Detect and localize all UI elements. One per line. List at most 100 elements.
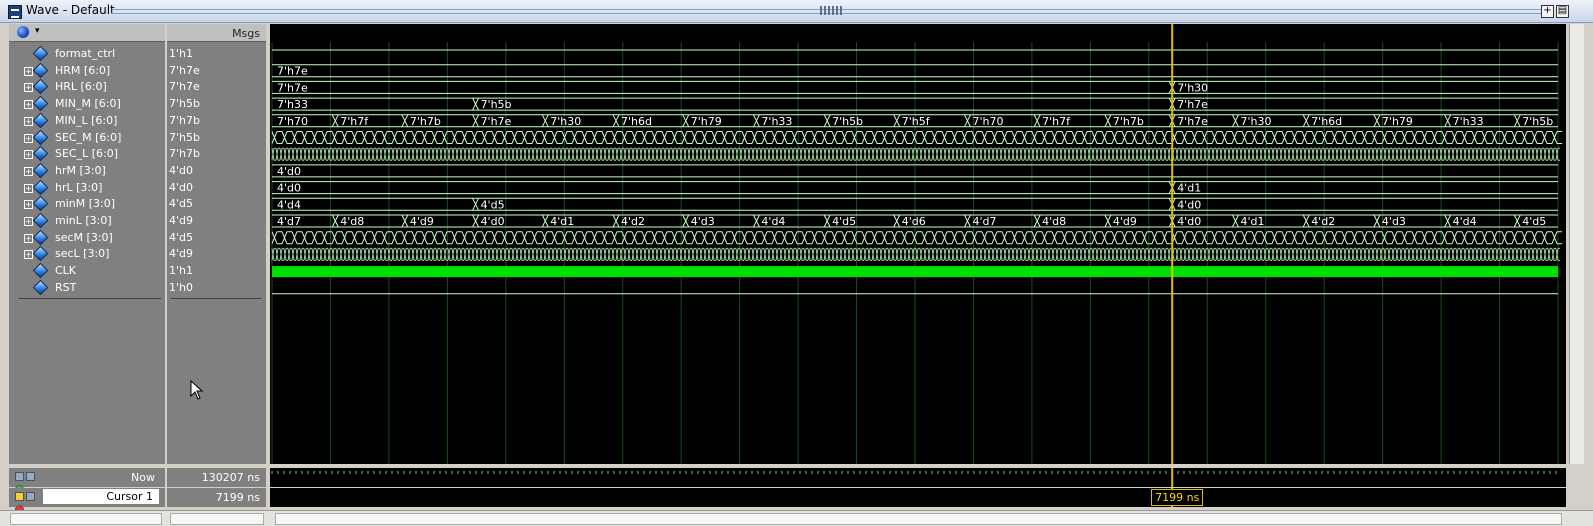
waveform-canvas[interactable]: 7'h7e 7'h7e 7'h30 7'h33 7'h5b 7'h7e 7'h70 7'h7f… xyxy=(270,24,1566,464)
cursor-time-marker[interactable]: 7199 ns xyxy=(1151,489,1204,506)
lock-icon[interactable] xyxy=(15,492,24,501)
values-column-header: Msgs xyxy=(167,24,266,42)
horizontal-scrollbars[interactable] xyxy=(0,510,1593,526)
signal-value-row[interactable]: 1'h0 xyxy=(169,280,264,297)
bus-value-label: 4'd3 xyxy=(691,215,715,228)
bus-value-label: 7'h5b xyxy=(832,115,863,128)
timeline-ruler[interactable] xyxy=(270,468,1566,487)
expand-icon[interactable]: + xyxy=(24,100,33,110)
signal-names-pane[interactable]: ▾ format_ctrl + HRM [6:0] + HRL [6:0] + MIN_M … xyxy=(9,24,165,464)
signal-value: 1'h1 xyxy=(169,47,193,60)
signal-value-row[interactable]: 4'd0 xyxy=(169,180,264,197)
expand-icon[interactable]: + xyxy=(24,250,33,260)
now-value: 130207 ns xyxy=(201,471,260,484)
waveform-pane[interactable]: 7'h7e 7'h7e 7'h30 7'h33 7'h5b 7'h7e 7'h70 7'h7f… xyxy=(270,24,1566,464)
signal-value-row[interactable]: 4'd9 xyxy=(169,213,264,230)
expand-icon[interactable]: + xyxy=(24,166,33,176)
signal-value-row[interactable]: 4'd5 xyxy=(169,196,264,213)
signal-name: hrM [3:0] xyxy=(55,163,106,177)
expand-icon[interactable]: + xyxy=(24,183,33,193)
expand-icon[interactable]: + xyxy=(24,66,33,76)
signal-row[interactable]: + secM [3:0] xyxy=(9,229,165,247)
signal-icon xyxy=(32,212,49,229)
signal-value: 4'd0 xyxy=(169,180,194,194)
signal-row[interactable]: + MIN_M [6:0] xyxy=(9,95,165,113)
signal-row[interactable]: + secL [3:0] xyxy=(9,246,165,263)
drag-handle-icon[interactable] xyxy=(820,6,842,15)
bus-value-label: 7'h6d xyxy=(1311,115,1342,128)
bus-value-label: 7'h6d xyxy=(621,115,652,128)
vertical-scrollbar[interactable] xyxy=(1567,24,1593,510)
signal-row[interactable]: + HRM [6:0] xyxy=(9,62,165,80)
cursor-name-field[interactable]: Cursor 1 xyxy=(43,489,159,504)
bus-transition xyxy=(1104,114,1112,128)
bus-value-label: 4'd1 xyxy=(1177,182,1201,195)
bus-value-label: 7'h5b xyxy=(481,98,512,111)
signal-value-row[interactable]: 7'h7b xyxy=(169,146,264,163)
bus-transition xyxy=(472,198,480,211)
signal-value-row[interactable]: 7'h5b xyxy=(169,96,264,113)
signal-row[interactable]: + minL [3:0] xyxy=(9,212,165,230)
signal-icon xyxy=(32,95,49,112)
signal-value-row[interactable]: 7'h7e xyxy=(169,79,264,96)
bus-transition xyxy=(823,114,831,128)
now-toolbar-icons[interactable] xyxy=(15,471,45,494)
wave-hscroll[interactable] xyxy=(275,513,1562,525)
expand-icon[interactable]: + xyxy=(24,116,33,126)
signal-row[interactable]: + SEC_M [6:0] xyxy=(9,129,165,147)
signal-row[interactable]: RST xyxy=(9,279,165,297)
expand-icon[interactable]: + xyxy=(24,200,33,210)
signal-values-pane[interactable]: Msgs 1'h1 7'h7e 7'h7e 7'h5b 7'h7b 7'h5b 7'h7b 4… xyxy=(167,24,266,464)
monitor-icon[interactable] xyxy=(26,472,35,481)
signal-row[interactable]: + HRL [6:0] xyxy=(9,79,165,96)
signal-value-row[interactable]: 4'd0 xyxy=(169,163,264,180)
undock-icon[interactable]: ▤ xyxy=(1556,5,1569,18)
expand-icon[interactable]: + xyxy=(24,233,33,243)
bus-transition xyxy=(1104,214,1112,228)
wave-window-titlebar[interactable]: Wave - Default + ▤ xyxy=(0,0,1593,23)
signal-value: 7'h7e xyxy=(169,80,200,94)
signal-value-row[interactable]: 7'h7b xyxy=(169,113,264,130)
signal-value-row[interactable]: 4'd5 xyxy=(169,230,264,247)
bus-transition xyxy=(1444,114,1452,128)
signal-icon xyxy=(32,145,49,162)
names-hscroll[interactable] xyxy=(10,513,162,525)
signal-row[interactable]: + hrL [3:0] xyxy=(9,179,165,197)
cursor-track[interactable] xyxy=(270,488,1566,507)
signal-row[interactable]: format_ctrl xyxy=(9,45,165,63)
expand-icon[interactable]: + xyxy=(24,133,33,143)
signal-row[interactable]: + SEC_L [6:0] xyxy=(9,145,165,163)
edit-cursor-icon[interactable] xyxy=(26,492,35,501)
time-status-bar: Now 130207 ns Cursor 1 7199 ns xyxy=(9,466,1566,514)
signal-group-icon[interactable] xyxy=(17,26,29,38)
signal-row[interactable]: CLK xyxy=(9,262,165,280)
bus-transition xyxy=(331,114,339,128)
signal-value-row[interactable]: 4'd9 xyxy=(169,246,264,263)
maximize-icon[interactable]: + xyxy=(1541,5,1554,18)
expand-icon[interactable]: + xyxy=(24,83,33,93)
bus-transition xyxy=(823,214,831,228)
expand-icon[interactable]: + xyxy=(24,150,33,160)
values-divider xyxy=(171,298,261,299)
signal-value-row[interactable]: 7'h7e xyxy=(169,63,264,80)
wave-view-icon[interactable] xyxy=(15,472,24,481)
values-hscroll[interactable] xyxy=(170,513,264,525)
expand-icon[interactable]: + xyxy=(24,217,33,226)
signal-value-row[interactable]: 1'h1 xyxy=(169,263,264,280)
fast-bus-trace xyxy=(271,131,1562,144)
bus-value-label: 7'h7e xyxy=(481,115,512,128)
signal-row[interactable]: + MIN_L [6:0] xyxy=(9,112,165,130)
signal-row[interactable]: + minM [3:0] xyxy=(9,196,165,213)
vertical-scroll-track[interactable] xyxy=(1569,24,1584,464)
bus-value-label: 7'h7e xyxy=(1177,98,1208,111)
signal-name: CLK xyxy=(55,264,77,278)
signal-icon xyxy=(32,162,49,179)
signal-value-row[interactable]: 7'h5b xyxy=(169,130,264,147)
chevron-down-icon[interactable]: ▾ xyxy=(35,26,40,36)
bus-value-label: 7'h33 xyxy=(1453,115,1484,128)
now-row: Now 130207 ns xyxy=(9,468,1566,494)
signal-value-row[interactable]: 1'h1 xyxy=(169,46,264,63)
cursor-toolbar-icons[interactable] xyxy=(15,491,45,514)
wave-header xyxy=(270,24,1566,42)
signal-row[interactable]: + hrM [3:0] xyxy=(9,162,165,180)
